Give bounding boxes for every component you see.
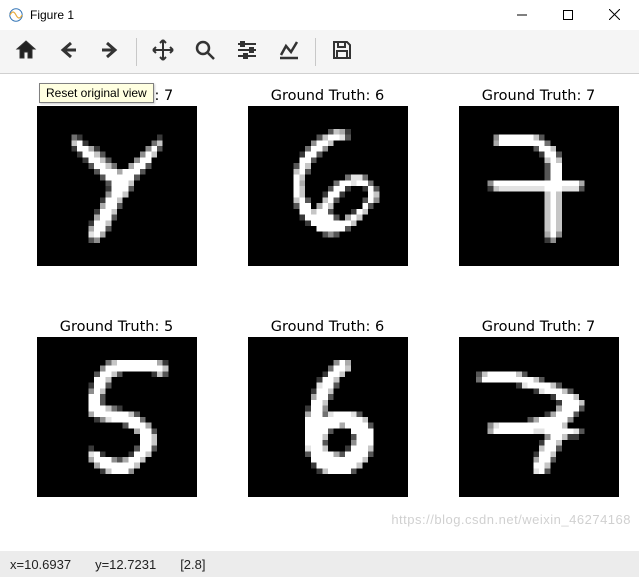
cursor-y: y=12.7231 — [95, 557, 156, 572]
subplot-2: Ground Truth: 7 — [458, 88, 619, 301]
figure-canvas[interactable]: Ground Truth: 7 Ground Truth: 6 Ground T… — [0, 74, 639, 551]
magnify-icon — [193, 38, 217, 65]
home-icon — [14, 38, 38, 65]
move-icon — [151, 38, 175, 65]
status-bar: x=10.6937 y=12.7231 [2.8] — [0, 551, 639, 577]
subplot-title: Ground Truth: 7 — [482, 319, 595, 335]
digit-image[interactable] — [459, 106, 619, 266]
pixel-value: [2.8] — [180, 557, 205, 572]
toolbar-separator — [136, 38, 137, 66]
chart-line-icon — [277, 38, 301, 65]
digit-image[interactable] — [37, 106, 197, 266]
subplot-title: Ground Truth: 6 — [271, 319, 384, 335]
window-titlebar: Figure 1 — [0, 0, 639, 30]
mpl-app-icon — [8, 7, 24, 23]
subplot-title: Ground Truth: 7 — [482, 88, 595, 104]
subplot-4: Ground Truth: 6 — [247, 319, 408, 532]
zoom-button[interactable] — [185, 32, 225, 72]
arrow-left-icon — [56, 38, 80, 65]
mpl-toolbar — [0, 30, 639, 74]
edit-button[interactable] — [269, 32, 309, 72]
tooltip-text: Reset original view — [46, 86, 147, 100]
subplot-title: Ground Truth: 5 — [60, 319, 173, 335]
toolbar-separator — [315, 38, 316, 66]
subplot-5: Ground Truth: 7 — [458, 319, 619, 532]
digit-image[interactable] — [459, 337, 619, 497]
window-controls — [499, 0, 637, 30]
digit-image[interactable] — [248, 337, 408, 497]
home-button[interactable] — [6, 32, 46, 72]
subplots-button[interactable] — [227, 32, 267, 72]
subplot-grid: Ground Truth: 7 Ground Truth: 6 Ground T… — [36, 88, 619, 531]
save-icon — [330, 38, 354, 65]
save-button[interactable] — [322, 32, 362, 72]
sliders-icon — [235, 38, 259, 65]
cursor-x: x=10.6937 — [10, 557, 71, 572]
maximize-button[interactable] — [545, 0, 591, 30]
back-button[interactable] — [48, 32, 88, 72]
digit-image[interactable] — [37, 337, 197, 497]
close-button[interactable] — [591, 0, 637, 30]
subplot-3: Ground Truth: 5 — [36, 319, 197, 532]
subplot-1: Ground Truth: 6 — [247, 88, 408, 301]
window-title: Figure 1 — [30, 8, 499, 22]
forward-button[interactable] — [90, 32, 130, 72]
pan-button[interactable] — [143, 32, 183, 72]
subplot-0: Ground Truth: 7 — [36, 88, 197, 301]
digit-image[interactable] — [248, 106, 408, 266]
arrow-right-icon — [98, 38, 122, 65]
minimize-button[interactable] — [499, 0, 545, 30]
subplot-title: Ground Truth: 6 — [271, 88, 384, 104]
tooltip: Reset original view — [39, 83, 154, 103]
